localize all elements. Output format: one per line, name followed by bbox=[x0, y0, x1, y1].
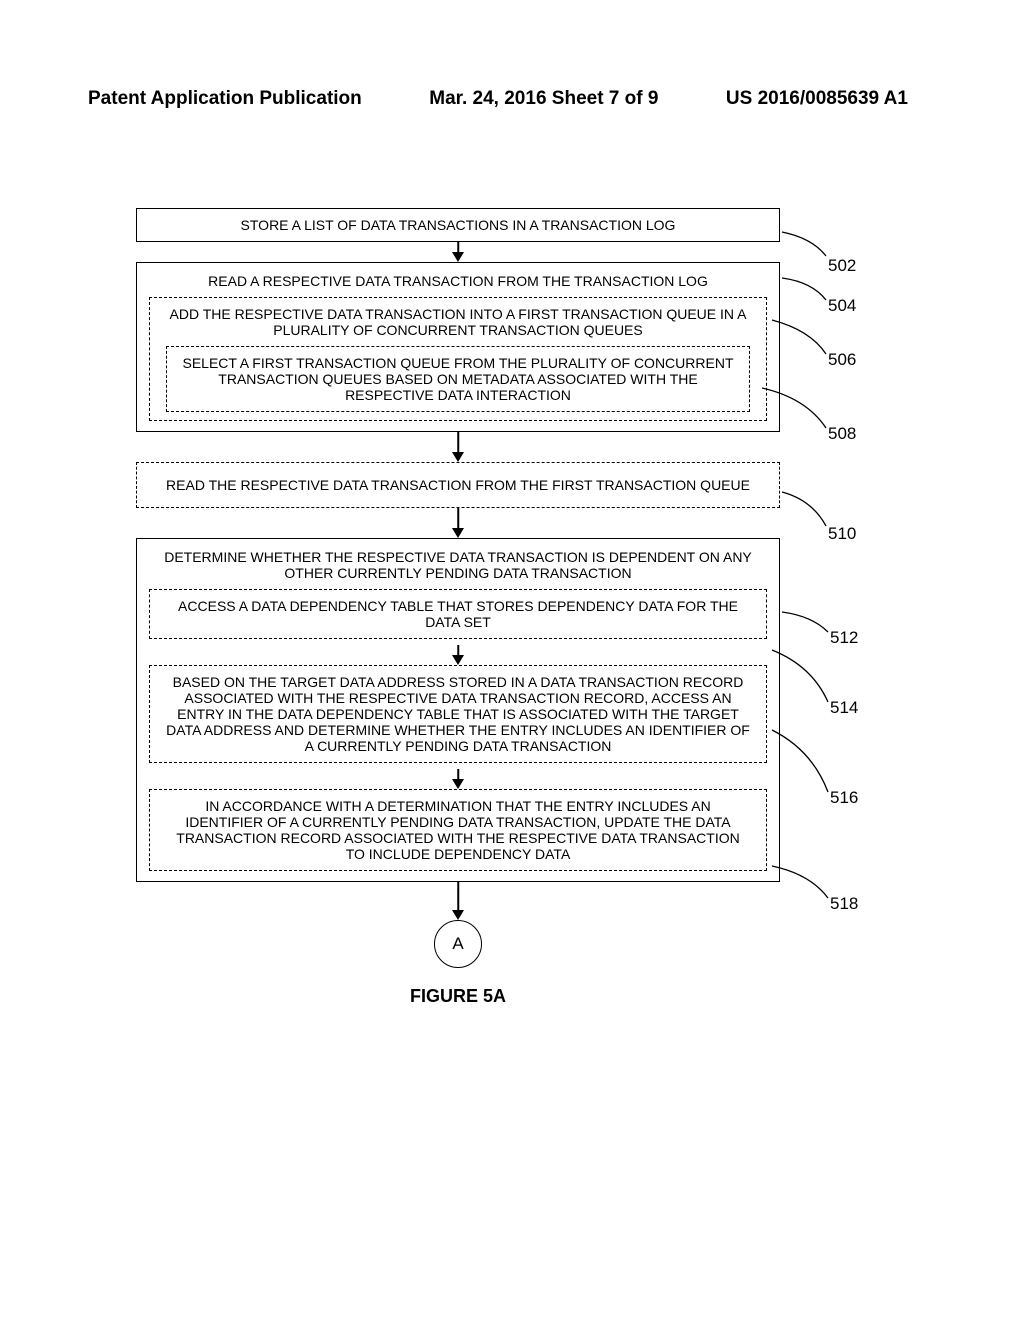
header-right: US 2016/0085639 A1 bbox=[726, 88, 908, 110]
box-518: IN ACCORDANCE WITH A DETERMINATION THAT … bbox=[149, 789, 767, 871]
box-502: STORE A LIST OF DATA TRANSACTIONS IN A T… bbox=[136, 208, 780, 242]
box-506: ADD THE RESPECTIVE DATA TRANSACTION INTO… bbox=[149, 297, 767, 421]
header-center: Mar. 24, 2016 Sheet 7 of 9 bbox=[429, 88, 658, 110]
page-header: Patent Application Publication Mar. 24, … bbox=[0, 0, 1024, 110]
leader-502 bbox=[782, 228, 832, 268]
box-512-container: DETERMINE WHETHER THE RESPECTIVE DATA TR… bbox=[136, 538, 780, 882]
flowchart: STORE A LIST OF DATA TRANSACTIONS IN A T… bbox=[136, 208, 780, 1007]
connector-a: A bbox=[434, 920, 482, 968]
leader-508 bbox=[762, 382, 812, 422]
leader-514 bbox=[772, 644, 822, 684]
leader-504 bbox=[782, 274, 832, 314]
leader-510 bbox=[782, 486, 832, 526]
box-512-title: DETERMINE WHETHER THE RESPECTIVE DATA TR… bbox=[149, 549, 767, 589]
box-504-container: READ A RESPECTIVE DATA TRANSACTION FROM … bbox=[136, 262, 780, 432]
header-left: Patent Application Publication bbox=[88, 88, 362, 110]
box-510: READ THE RESPECTIVE DATA TRANSACTION FRO… bbox=[136, 462, 780, 508]
box-514: ACCESS A DATA DEPENDENCY TABLE THAT STOR… bbox=[149, 589, 767, 639]
box-508: SELECT A FIRST TRANSACTION QUEUE FROM TH… bbox=[166, 346, 750, 412]
box-506-text: ADD THE RESPECTIVE DATA TRANSACTION INTO… bbox=[166, 306, 750, 338]
leader-516 bbox=[772, 724, 822, 764]
leader-512 bbox=[782, 606, 832, 646]
box-516: BASED ON THE TARGET DATA ADDRESS STORED … bbox=[149, 665, 767, 763]
leader-506 bbox=[772, 316, 822, 356]
figure-label: FIGURE 5A bbox=[136, 986, 780, 1007]
leader-518 bbox=[772, 860, 822, 900]
box-504-title: READ A RESPECTIVE DATA TRANSACTION FROM … bbox=[149, 273, 767, 297]
